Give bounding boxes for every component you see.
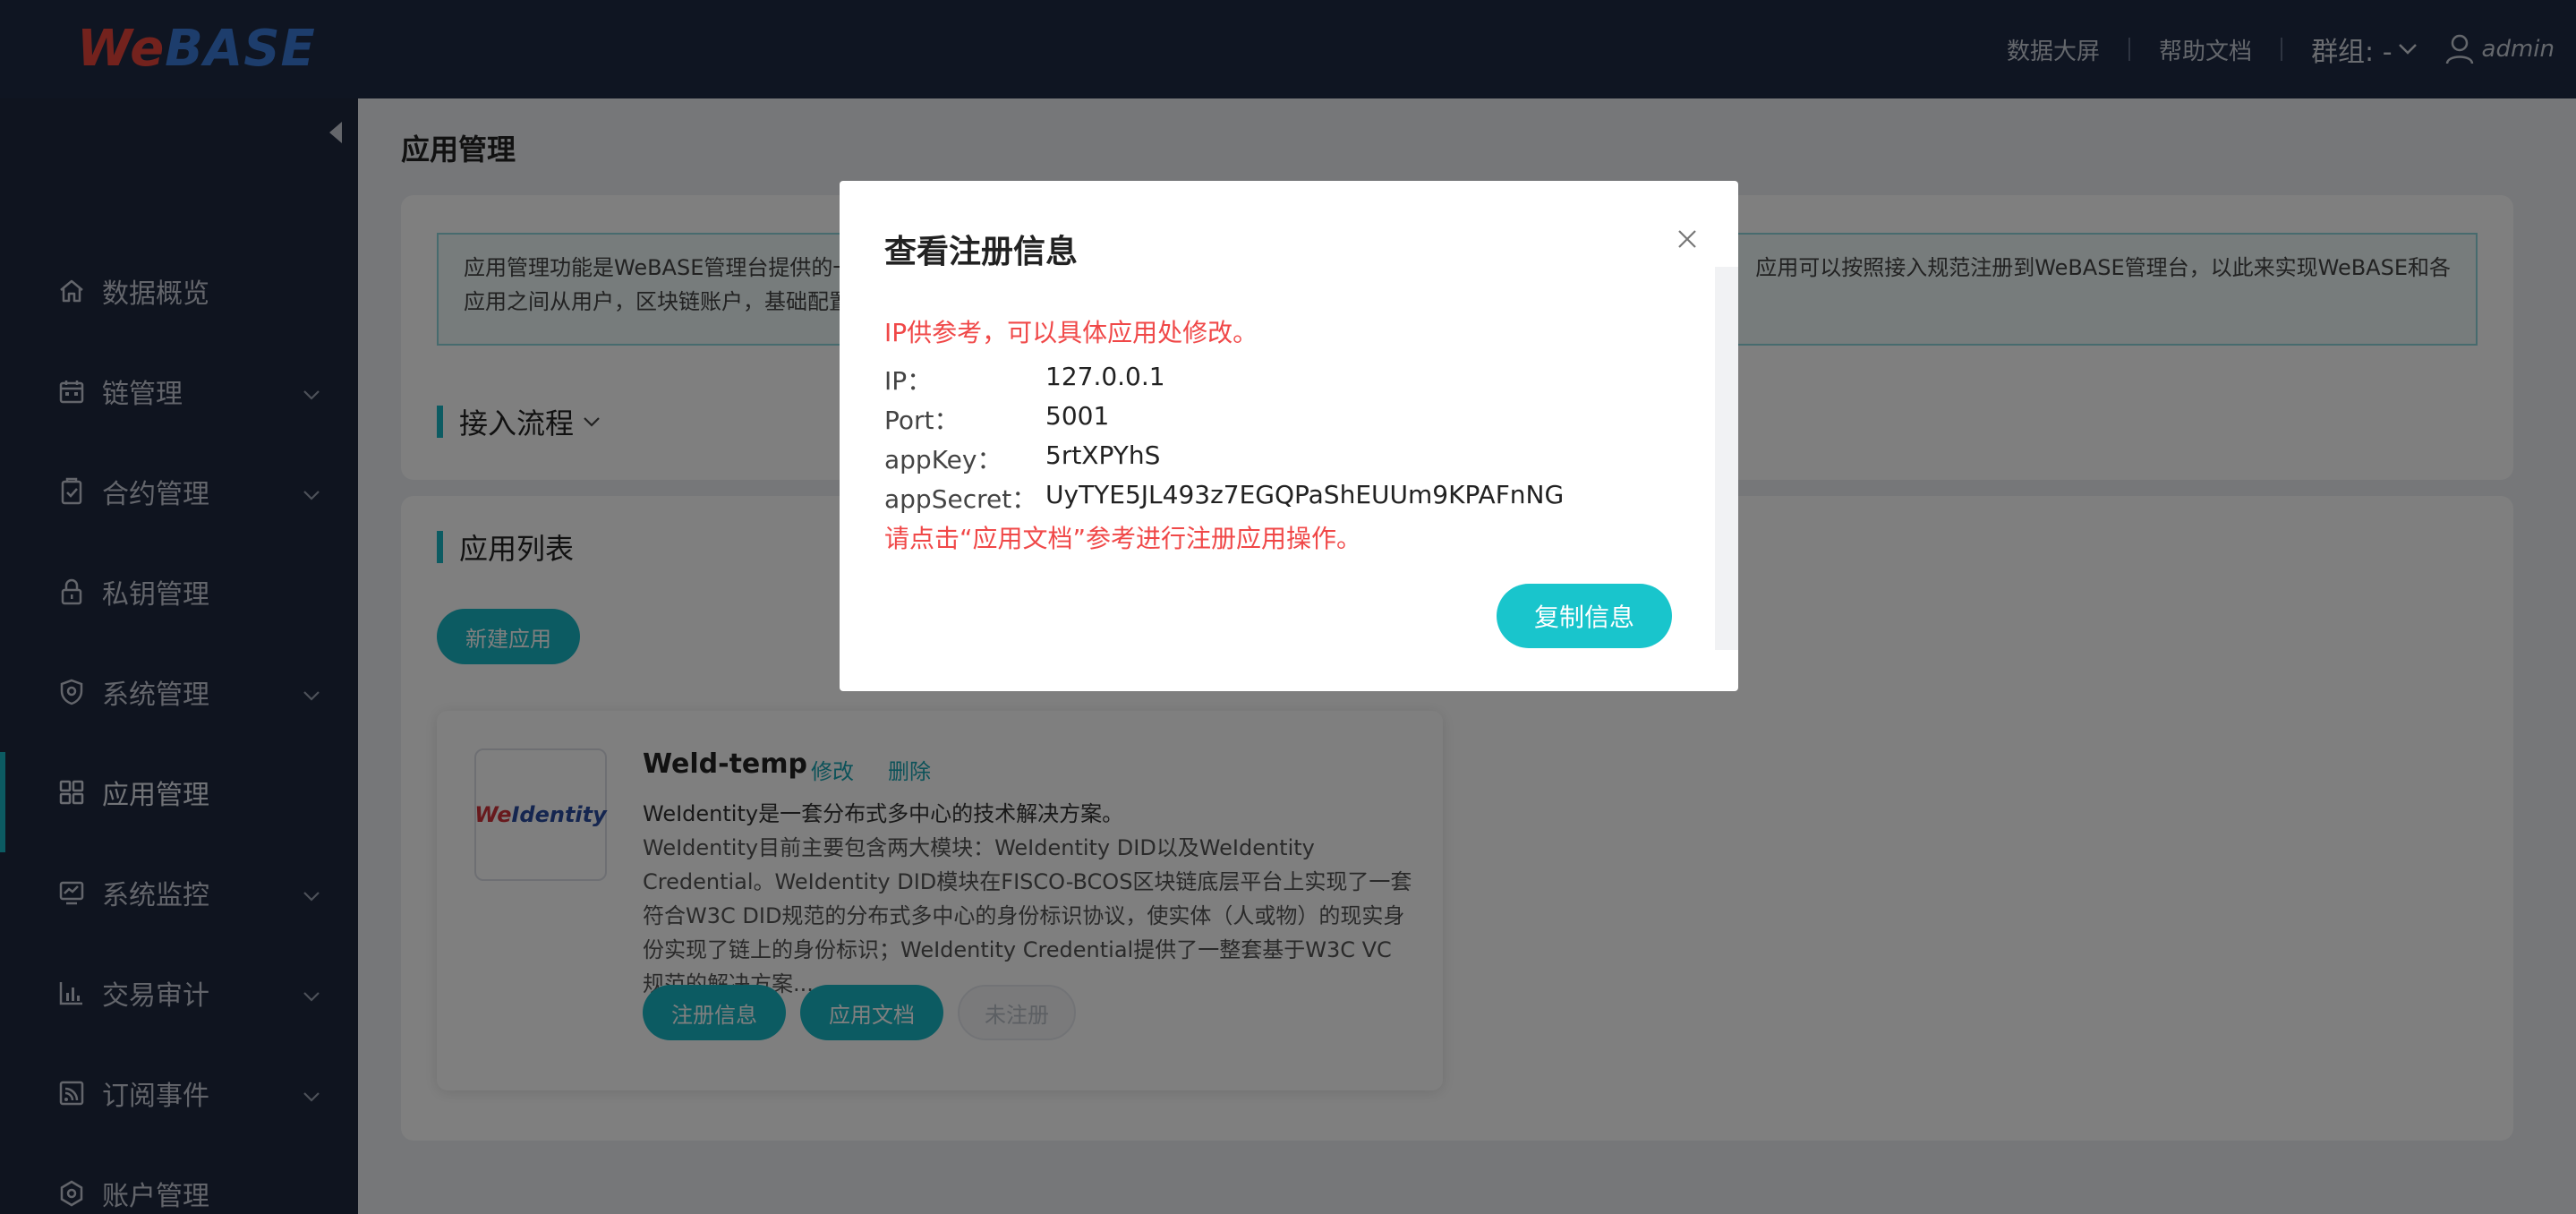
field-app-secret: appSecret： UyTYE5JL493z7EGQPaShEUUm9KPAF…: [884, 480, 1564, 516]
field-ip: IP： 127.0.0.1: [884, 362, 1165, 398]
field-port: Port： 5001: [884, 401, 1109, 437]
field-label: IP：: [884, 366, 933, 396]
ip-warning: IP供参考，可以具体应用处修改。: [884, 318, 1258, 347]
dialog-title: 查看注册信息: [884, 234, 1079, 270]
field-label: Port：: [884, 406, 960, 435]
close-icon[interactable]: [1674, 226, 1701, 252]
field-value: 127.0.0.1: [1045, 362, 1165, 391]
dialog-scrollbar[interactable]: [1715, 267, 1738, 650]
field-label: appSecret：: [884, 484, 1037, 514]
field-label: appKey：: [884, 445, 1002, 474]
field-app-key: appKey： 5rtXPYhS: [884, 440, 1160, 476]
copy-info-button[interactable]: 复制信息: [1497, 584, 1672, 648]
field-value: 5001: [1045, 401, 1110, 431]
field-value: 5rtXPYhS: [1045, 440, 1161, 470]
registration-info-dialog: 查看注册信息 IP供参考，可以具体应用处修改。 IP： 127.0.0.1 Po…: [840, 181, 1738, 691]
register-hint: 请点击“应用文档”参考进行注册应用操作。: [884, 524, 1362, 553]
field-value: UyTYE5JL493z7EGQPaShEUUm9KPAFnNG: [1045, 480, 1565, 509]
